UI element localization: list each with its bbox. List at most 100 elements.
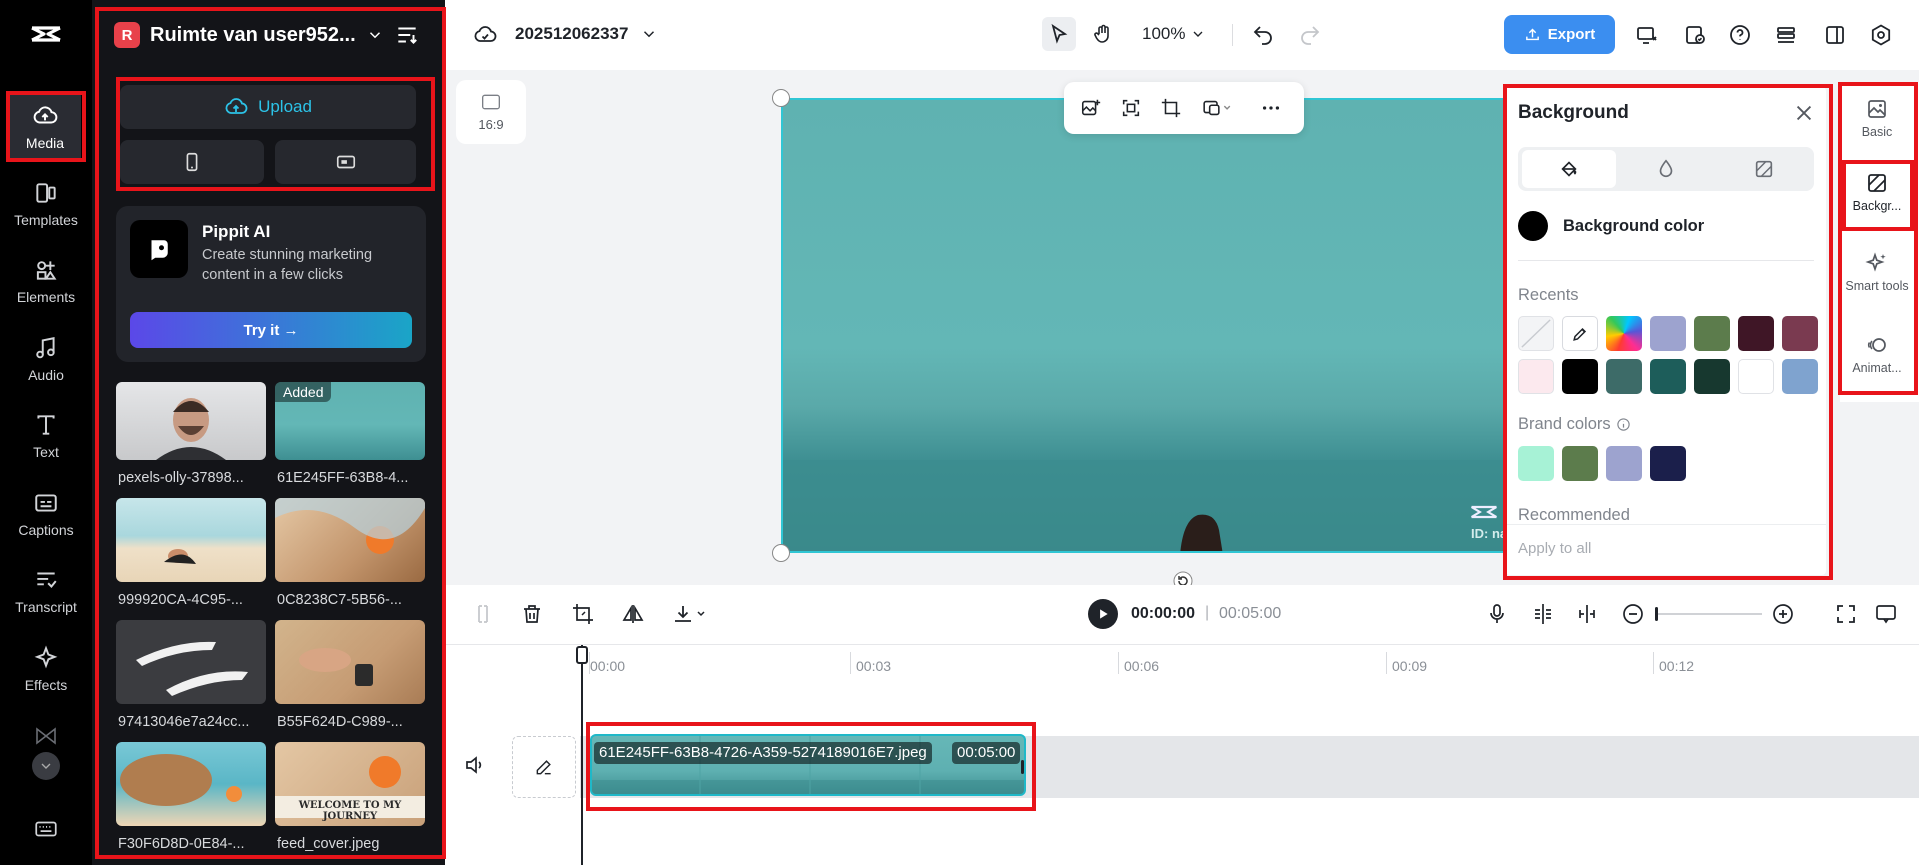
- media-thumb[interactable]: [116, 382, 266, 460]
- split-clip-icon[interactable]: [1570, 597, 1604, 631]
- phone-upload-button[interactable]: [120, 140, 264, 184]
- microphone-icon[interactable]: [1480, 597, 1514, 631]
- redo-icon[interactable]: [1293, 18, 1327, 52]
- media-thumb[interactable]: Added: [275, 382, 425, 460]
- upload-button[interactable]: Upload: [120, 85, 416, 129]
- selected-color-swatch[interactable]: [1518, 211, 1548, 241]
- resize-handle[interactable]: [772, 89, 790, 107]
- nav-audio[interactable]: Audio: [0, 324, 92, 394]
- help-icon[interactable]: [1723, 18, 1757, 52]
- recent-color-swatch[interactable]: [1606, 316, 1642, 351]
- timeline-zoom-thumb[interactable]: [1655, 607, 1658, 621]
- edit-cover-button[interactable]: [512, 736, 576, 798]
- play-button[interactable]: [1088, 599, 1118, 629]
- delete-icon[interactable]: [515, 597, 549, 631]
- fit-timeline-icon[interactable]: [1829, 597, 1863, 631]
- video-preview[interactable]: ID: na: [781, 98, 1521, 553]
- property-tab-background[interactable]: Backgr...: [1840, 162, 1914, 222]
- capcut-logo-icon[interactable]: [28, 18, 64, 54]
- brand-color-swatch[interactable]: [1606, 446, 1642, 481]
- smart-crop-icon[interactable]: [1116, 93, 1146, 123]
- workspace-selector[interactable]: R Ruimte van user952...: [114, 18, 384, 52]
- nav-media[interactable]: Media: [9, 92, 81, 162]
- media-thumb[interactable]: [275, 498, 425, 582]
- media-thumb[interactable]: [275, 620, 425, 704]
- recent-color-swatch[interactable]: [1518, 316, 1554, 351]
- undo-icon[interactable]: [1246, 18, 1280, 52]
- zoom-out-icon[interactable]: [1616, 597, 1650, 631]
- media-thumb[interactable]: [116, 498, 266, 582]
- recent-color-swatch[interactable]: [1782, 359, 1818, 394]
- recent-color-swatch[interactable]: [1694, 316, 1730, 351]
- property-tab-smart-tools[interactable]: Smart tools: [1840, 236, 1914, 308]
- rotate-handle-icon[interactable]: [1172, 570, 1194, 585]
- nav-templates[interactable]: Templates: [0, 169, 92, 239]
- review-check-icon[interactable]: [1678, 18, 1712, 52]
- media-thumb[interactable]: WELCOME TO MY JOURNEY: [275, 742, 425, 826]
- nav-text[interactable]: Text: [0, 401, 92, 471]
- recent-color-swatch[interactable]: [1562, 359, 1598, 394]
- tab-blur[interactable]: [1619, 150, 1713, 188]
- aspect-ratio-button[interactable]: 16:9: [456, 80, 526, 144]
- zoom-select[interactable]: 100%: [1142, 24, 1206, 44]
- apply-to-all-button[interactable]: Apply to all: [1518, 540, 1591, 557]
- nav-transcript[interactable]: Transcript: [0, 556, 92, 626]
- tab-fill-color[interactable]: [1522, 150, 1616, 188]
- recent-color-swatch[interactable]: [1650, 359, 1686, 394]
- brand-color-swatch[interactable]: [1562, 446, 1598, 481]
- auto-caption-icon[interactable]: [1526, 597, 1560, 631]
- clip-trim-handle[interactable]: [1021, 760, 1024, 774]
- close-icon[interactable]: [1793, 102, 1815, 124]
- expand-nav-button[interactable]: [32, 752, 60, 780]
- recent-color-swatch[interactable]: [1518, 359, 1554, 394]
- more-options-icon[interactable]: [1256, 93, 1286, 123]
- nav-effects[interactable]: Effects: [0, 634, 92, 704]
- recent-color-swatch[interactable]: [1738, 316, 1774, 351]
- property-tab-basic[interactable]: Basic: [1840, 88, 1914, 148]
- zoom-in-icon[interactable]: [1766, 597, 1800, 631]
- select-pointer-icon[interactable]: [1042, 17, 1076, 51]
- recent-color-swatch[interactable]: [1738, 359, 1774, 394]
- recent-color-swatch[interactable]: [1694, 359, 1730, 394]
- brand-color-swatch[interactable]: [1518, 446, 1554, 481]
- flip-icon[interactable]: [616, 597, 650, 631]
- recent-color-swatch[interactable]: [1562, 316, 1598, 351]
- property-tab-animation[interactable]: Animat...: [1840, 324, 1914, 384]
- cloud-sync-icon[interactable]: [468, 18, 502, 52]
- brand-color-swatch[interactable]: [1650, 446, 1686, 481]
- settings-gear-icon[interactable]: [1864, 18, 1898, 52]
- layers-icon[interactable]: [1769, 18, 1803, 52]
- keyboard-icon[interactable]: [33, 816, 59, 842]
- playhead-knob[interactable]: [576, 646, 588, 664]
- info-icon[interactable]: [1616, 417, 1631, 432]
- speaker-icon[interactable]: [463, 753, 489, 779]
- playhead[interactable]: [581, 645, 583, 865]
- recent-color-swatch[interactable]: [1650, 316, 1686, 351]
- export-button[interactable]: Export: [1504, 15, 1615, 54]
- hand-pan-icon[interactable]: [1086, 17, 1120, 51]
- image-adjust-icon[interactable]: [1196, 93, 1238, 123]
- recent-color-swatch[interactable]: [1782, 316, 1818, 351]
- resize-handle[interactable]: [772, 544, 790, 562]
- split-cursor-icon[interactable]: [466, 597, 500, 631]
- replace-image-icon[interactable]: [1076, 93, 1106, 123]
- comment-icon[interactable]: [1869, 597, 1903, 631]
- crop-icon[interactable]: [566, 597, 600, 631]
- transitions-icon[interactable]: [34, 724, 58, 748]
- sort-icon[interactable]: [394, 22, 420, 48]
- nav-captions[interactable]: Captions: [0, 479, 92, 549]
- media-thumb[interactable]: [116, 620, 266, 704]
- project-name[interactable]: 202512062337: [515, 24, 658, 44]
- present-screen-icon[interactable]: [1630, 18, 1664, 52]
- tab-pattern[interactable]: [1717, 150, 1811, 188]
- pippit-try-button[interactable]: Try it →: [130, 312, 412, 348]
- download-icon[interactable]: [664, 597, 716, 631]
- screen-record-button[interactable]: [275, 140, 416, 184]
- nav-elements[interactable]: Elements: [0, 246, 92, 316]
- media-thumb[interactable]: [116, 742, 266, 826]
- crop-icon[interactable]: [1156, 93, 1186, 123]
- timeline-clip[interactable]: 61E245FF-63B8-4726-A359-5274189016E7.jpe…: [590, 734, 1026, 796]
- timeline-zoom-slider[interactable]: [1656, 613, 1762, 615]
- split-panel-icon[interactable]: [1818, 18, 1852, 52]
- recent-color-swatch[interactable]: [1606, 359, 1642, 394]
